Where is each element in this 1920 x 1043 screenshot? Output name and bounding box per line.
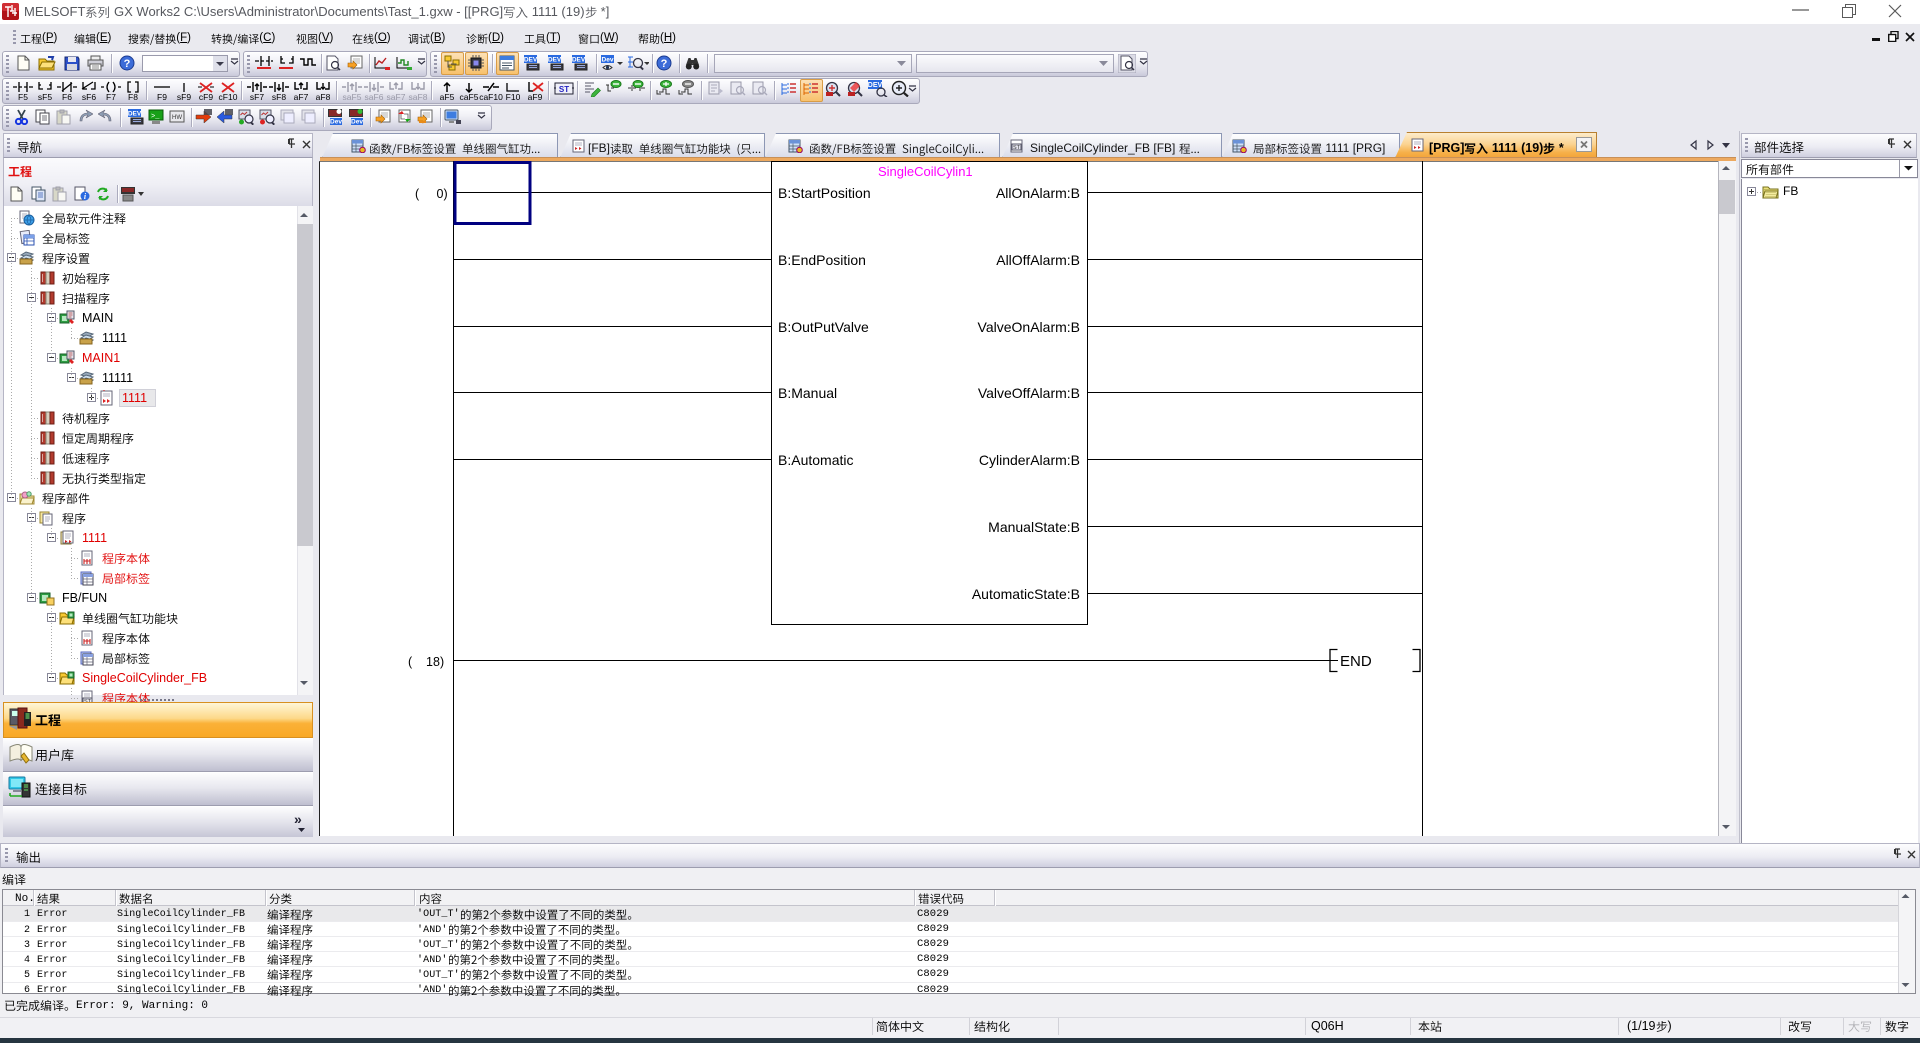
- svg-text:Dev: Dev: [602, 57, 614, 64]
- svg-text:DEV: DEV: [128, 111, 142, 118]
- svg-text:HW: HW: [172, 115, 182, 121]
- svg-text:Dev: Dev: [330, 119, 342, 126]
- svg-text:ST: ST: [559, 85, 569, 94]
- svg-text:?: ?: [661, 58, 668, 70]
- svg-text:?: ?: [124, 58, 131, 70]
- svg-text:Dev: Dev: [351, 119, 363, 126]
- svg-text:DEV: DEV: [524, 57, 538, 64]
- svg-text:DEV: DEV: [572, 57, 586, 64]
- svg-text:DEV: DEV: [548, 57, 562, 64]
- svg-text:ST: ST: [1013, 145, 1021, 151]
- svg-text:>_: >_: [151, 113, 160, 121]
